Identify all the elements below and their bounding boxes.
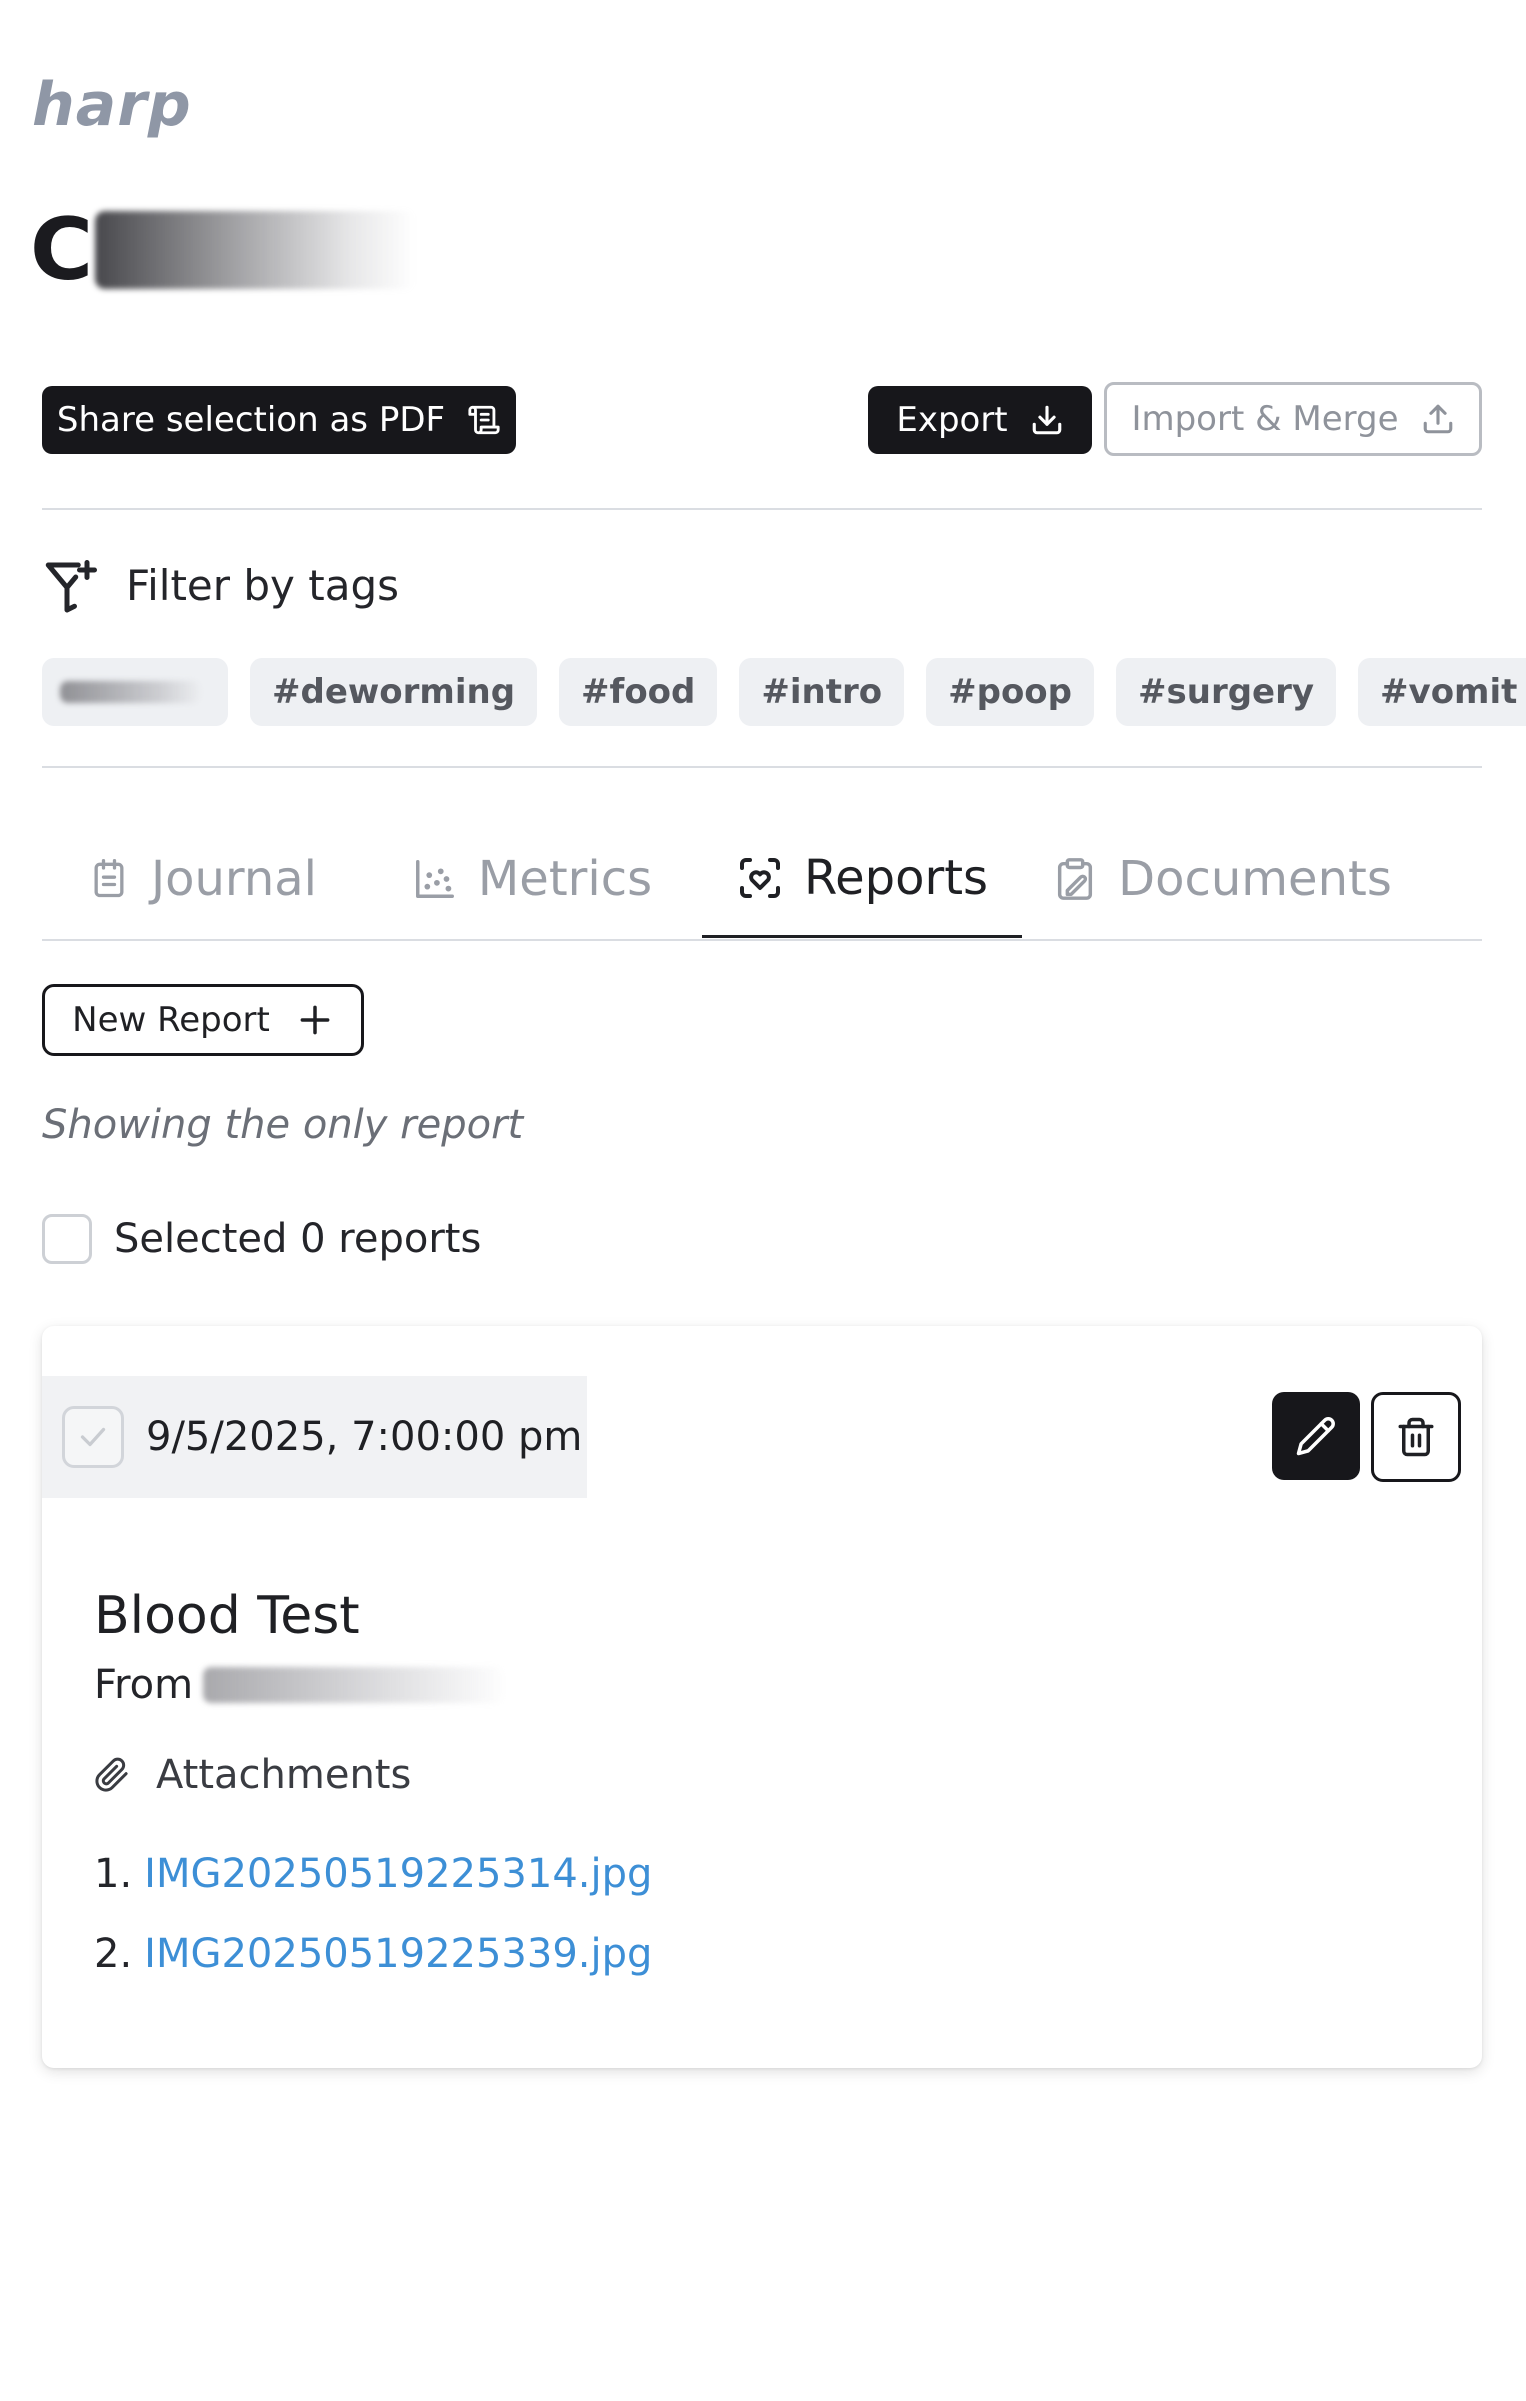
report-source-redacted [203,1667,504,1703]
plus-icon [300,1005,330,1035]
tab-journal[interactable]: Journal [42,820,362,938]
tag-surgery[interactable]: #surgery [1116,658,1337,726]
filter-label: Filter by tags [126,560,399,610]
import-merge-label: Import & Merge [1131,399,1399,439]
check-icon [80,1427,106,1447]
tab-bar: Journal Metrics Reports Documents [42,820,1482,940]
tag-list: #deworming #food #intro #poop #surgery #… [42,658,1526,726]
tab-reports-label: Reports [803,849,989,906]
reports-icon [739,857,780,898]
scroll-icon [468,405,500,435]
tag-poop[interactable]: #poop [926,658,1095,726]
attachment-index: 1. [94,1851,133,1897]
export-button[interactable]: Export [868,386,1092,454]
attachment-link[interactable]: IMG20250519225339.jpg [144,1931,652,1977]
tag-deworming[interactable]: #deworming [250,658,538,726]
attachment-index: 2. [94,1931,133,1977]
new-report-label: New Report [72,1000,270,1040]
pet-name-text: C [30,200,94,300]
tab-divider [42,939,1482,941]
pet-name-redacted [95,211,416,289]
attachments-header: Attachments [94,1752,411,1798]
share-pdf-button[interactable]: Share selection as PDF [42,386,516,454]
tag-food[interactable]: #food [559,658,718,726]
upload-icon [1423,404,1452,434]
report-date-header[interactable]: 9/5/2025, 7:00:00 pm [42,1376,587,1498]
tab-documents[interactable]: Documents [1022,820,1422,938]
edit-report-button[interactable] [1272,1392,1360,1480]
divider [42,766,1482,768]
tab-metrics-label: Metrics [477,851,653,907]
tab-journal-label: Journal [150,851,317,907]
trash-icon [1398,1417,1434,1457]
filter-by-tags[interactable]: Filter by tags [42,555,399,615]
tab-reports[interactable]: Reports [702,820,1022,938]
attachment-item: 1. IMG20250519225314.jpg [94,1834,652,1914]
documents-icon [1058,858,1093,900]
tag-redacted[interactable] [42,658,228,726]
report-title: Blood Test [94,1586,360,1646]
export-label: Export [896,400,1008,440]
attachment-item: 2. IMG20250519225339.jpg [94,1914,652,1994]
import-merge-button[interactable]: Import & Merge [1104,382,1482,456]
new-report-button[interactable]: New Report [42,984,364,1056]
tag-intro[interactable]: #intro [739,658,905,726]
divider [42,508,1482,510]
tab-documents-label: Documents [1118,851,1392,907]
journal-icon [94,859,124,898]
report-source: From [94,1662,504,1708]
report-from-label: From [94,1662,194,1708]
tag-vomit[interactable]: #vomit [1358,658,1526,726]
attachment-list: 1. IMG20250519225314.jpg 2. IMG202505192… [94,1834,652,1994]
filter-plus-icon [45,560,97,613]
attachments-label: Attachments [156,1752,412,1798]
delete-report-button[interactable] [1371,1392,1461,1482]
download-icon [1032,405,1061,435]
report-card: 9/5/2025, 7:00:00 pm Blood Test From Att… [42,1326,1482,2068]
select-all-checkbox[interactable] [42,1214,92,1264]
select-all-row[interactable]: Selected 0 reports [42,1214,481,1264]
app-logo[interactable]: harp [32,70,192,140]
tab-metrics[interactable]: Metrics [362,820,702,938]
paperclip-icon [95,1757,128,1792]
pet-name: C [30,200,416,300]
metrics-icon [415,860,454,898]
selected-count-text: Selected 0 reports [114,1216,482,1262]
attachment-link[interactable]: IMG20250519225314.jpg [144,1851,652,1897]
report-checkbox[interactable] [62,1406,124,1468]
showing-count-text: Showing the only report [42,1102,524,1148]
pencil-icon [1296,1417,1335,1456]
report-date: 9/5/2025, 7:00:00 pm [146,1414,583,1460]
share-pdf-label: Share selection as PDF [56,400,446,440]
